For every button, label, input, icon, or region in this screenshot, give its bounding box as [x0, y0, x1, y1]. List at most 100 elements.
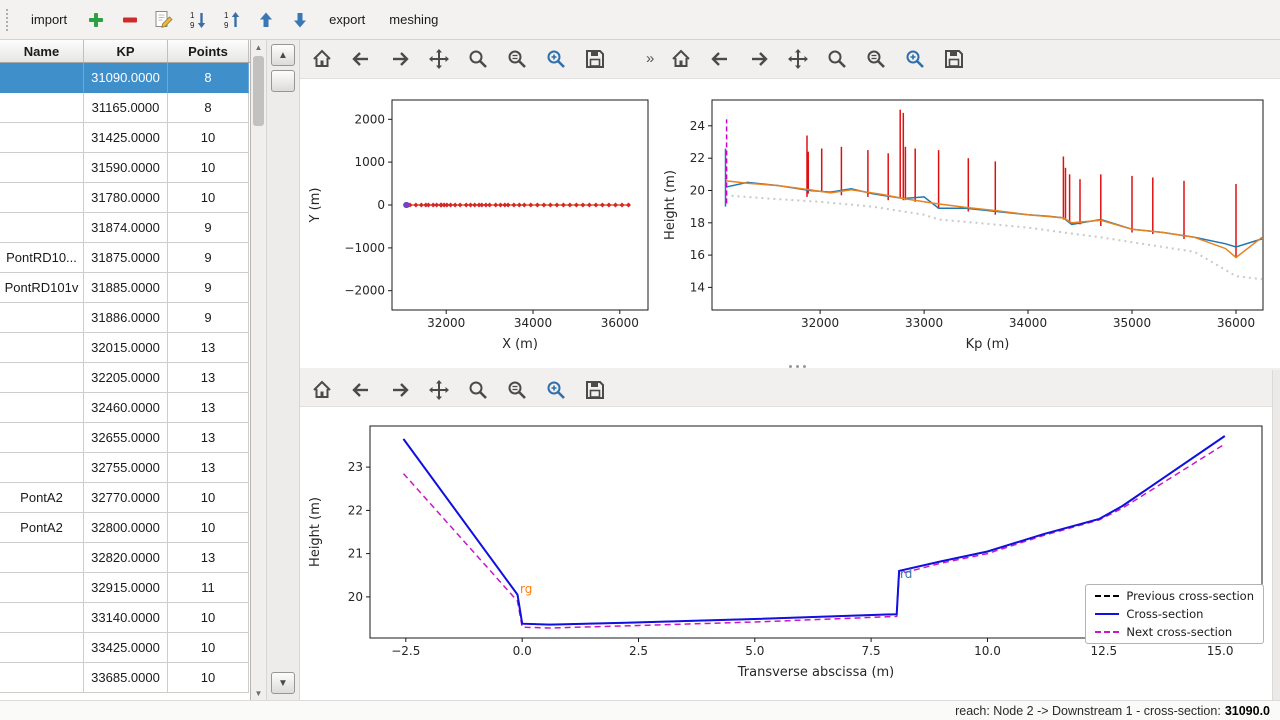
cell-points[interactable]: 13	[168, 453, 249, 483]
panel-scrollbar-thumb[interactable]	[271, 70, 295, 92]
cell-name[interactable]	[0, 123, 84, 153]
table-row[interactable]: 32820.000013	[0, 543, 250, 573]
zoom-plus-button[interactable]	[900, 44, 930, 74]
cell-kp[interactable]: 32915.0000	[84, 573, 168, 603]
cell-name[interactable]	[0, 633, 84, 663]
cell-name[interactable]	[0, 393, 84, 423]
cell-name[interactable]	[0, 603, 84, 633]
cell-name[interactable]	[0, 663, 84, 693]
cell-points[interactable]: 10	[168, 153, 249, 183]
cell-points[interactable]: 11	[168, 573, 249, 603]
forward-button[interactable]	[385, 44, 415, 74]
back-button[interactable]	[346, 44, 376, 74]
panel-scrollbar[interactable]: ▲ ▼	[267, 40, 300, 700]
home-button[interactable]	[307, 44, 337, 74]
table-row[interactable]: 32655.000013	[0, 423, 250, 453]
zoom-button[interactable]	[822, 44, 852, 74]
cell-points[interactable]: 10	[168, 183, 249, 213]
cell-name[interactable]	[0, 423, 84, 453]
cell-points[interactable]: 10	[168, 513, 249, 543]
table-row[interactable]: PontA232800.000010	[0, 513, 250, 543]
cell-kp[interactable]: 32800.0000	[84, 513, 168, 543]
cell-points[interactable]: 8	[168, 63, 249, 93]
panel-scroll-up-button[interactable]: ▲	[271, 44, 295, 66]
cell-kp[interactable]: 31875.0000	[84, 243, 168, 273]
cell-points[interactable]: 9	[168, 303, 249, 333]
move-up-button[interactable]	[253, 7, 279, 33]
cell-points[interactable]: 10	[168, 663, 249, 693]
cell-points[interactable]: 9	[168, 243, 249, 273]
cell-kp[interactable]: 33140.0000	[84, 603, 168, 633]
table-row[interactable]: 33140.000010	[0, 603, 250, 633]
table-scrollbar-thumb[interactable]	[253, 56, 264, 126]
cell-name[interactable]	[0, 573, 84, 603]
zoom-plus-button[interactable]	[541, 44, 571, 74]
cell-kp[interactable]: 33425.0000	[84, 633, 168, 663]
cell-points[interactable]: 8	[168, 93, 249, 123]
cell-name[interactable]	[0, 63, 84, 93]
table-row[interactable]: 33425.000010	[0, 633, 250, 663]
header-name[interactable]: Name	[0, 40, 84, 62]
cell-points[interactable]: 13	[168, 543, 249, 573]
cell-kp[interactable]: 32655.0000	[84, 423, 168, 453]
plan-plot-canvas[interactable]: 320003400036000−2000−1000010002000X (m)Y…	[303, 84, 655, 356]
pan-button[interactable]	[424, 44, 454, 74]
cell-name[interactable]: PontRD101v	[0, 273, 84, 303]
splitter-handle[interactable]	[782, 363, 812, 369]
cell-name[interactable]	[0, 213, 84, 243]
cell-name[interactable]	[0, 153, 84, 183]
header-kp[interactable]: KP	[84, 40, 168, 62]
cell-kp[interactable]: 31780.0000	[84, 183, 168, 213]
cell-name[interactable]	[0, 303, 84, 333]
header-points[interactable]: Points	[168, 40, 249, 62]
table-row[interactable]: PontRD10...31875.00009	[0, 243, 250, 273]
cell-kp[interactable]: 31885.0000	[84, 273, 168, 303]
cell-name[interactable]	[0, 363, 84, 393]
cell-name[interactable]	[0, 183, 84, 213]
cell-points[interactable]: 10	[168, 603, 249, 633]
zoom-button[interactable]	[463, 44, 493, 74]
cell-points[interactable]: 9	[168, 213, 249, 243]
cell-kp[interactable]: 32820.0000	[84, 543, 168, 573]
save-button[interactable]	[580, 375, 610, 405]
cell-name[interactable]	[0, 543, 84, 573]
cell-points[interactable]: 10	[168, 123, 249, 153]
cell-points[interactable]: 13	[168, 393, 249, 423]
move-down-button[interactable]	[287, 7, 313, 33]
figure-options-button[interactable]	[502, 375, 532, 405]
cell-kp[interactable]: 32755.0000	[84, 453, 168, 483]
cell-kp[interactable]: 31886.0000	[84, 303, 168, 333]
table-row[interactable]: 32460.000013	[0, 393, 250, 423]
cell-kp[interactable]: 31425.0000	[84, 123, 168, 153]
zoom-button[interactable]	[463, 375, 493, 405]
cell-points[interactable]: 10	[168, 483, 249, 513]
table-row[interactable]: 32915.000011	[0, 573, 250, 603]
cell-kp[interactable]: 32770.0000	[84, 483, 168, 513]
cell-points[interactable]: 13	[168, 363, 249, 393]
figure-options-button[interactable]	[502, 44, 532, 74]
cell-kp[interactable]: 31874.0000	[84, 213, 168, 243]
cell-kp[interactable]: 31590.0000	[84, 153, 168, 183]
forward-button[interactable]	[744, 44, 774, 74]
cell-points[interactable]: 13	[168, 333, 249, 363]
scroll-down-icon[interactable]: ▼	[251, 686, 266, 700]
table-row[interactable]: PontRD101v31885.00009	[0, 273, 250, 303]
sort-descending-button[interactable]: 1 9	[185, 7, 211, 33]
import-button[interactable]: import	[23, 8, 75, 31]
edit-cross-section-button[interactable]	[151, 7, 177, 33]
cell-name[interactable]	[0, 453, 84, 483]
add-cross-section-button[interactable]	[83, 7, 109, 33]
figure-options-button[interactable]	[861, 44, 891, 74]
cell-name[interactable]: PontRD10...	[0, 243, 84, 273]
home-button[interactable]	[307, 375, 337, 405]
forward-button[interactable]	[385, 375, 415, 405]
profile-plot-canvas[interactable]: 3200033000340003500036000141618202224Kp …	[658, 84, 1275, 356]
table-row[interactable]: 31425.000010	[0, 123, 250, 153]
cell-kp[interactable]: 32460.0000	[84, 393, 168, 423]
cell-name[interactable]: PontA2	[0, 483, 84, 513]
table-row[interactable]: 32755.000013	[0, 453, 250, 483]
table-row[interactable]: 33685.000010	[0, 663, 250, 693]
pan-button[interactable]	[783, 44, 813, 74]
cell-name[interactable]: PontA2	[0, 513, 84, 543]
save-button[interactable]	[939, 44, 969, 74]
